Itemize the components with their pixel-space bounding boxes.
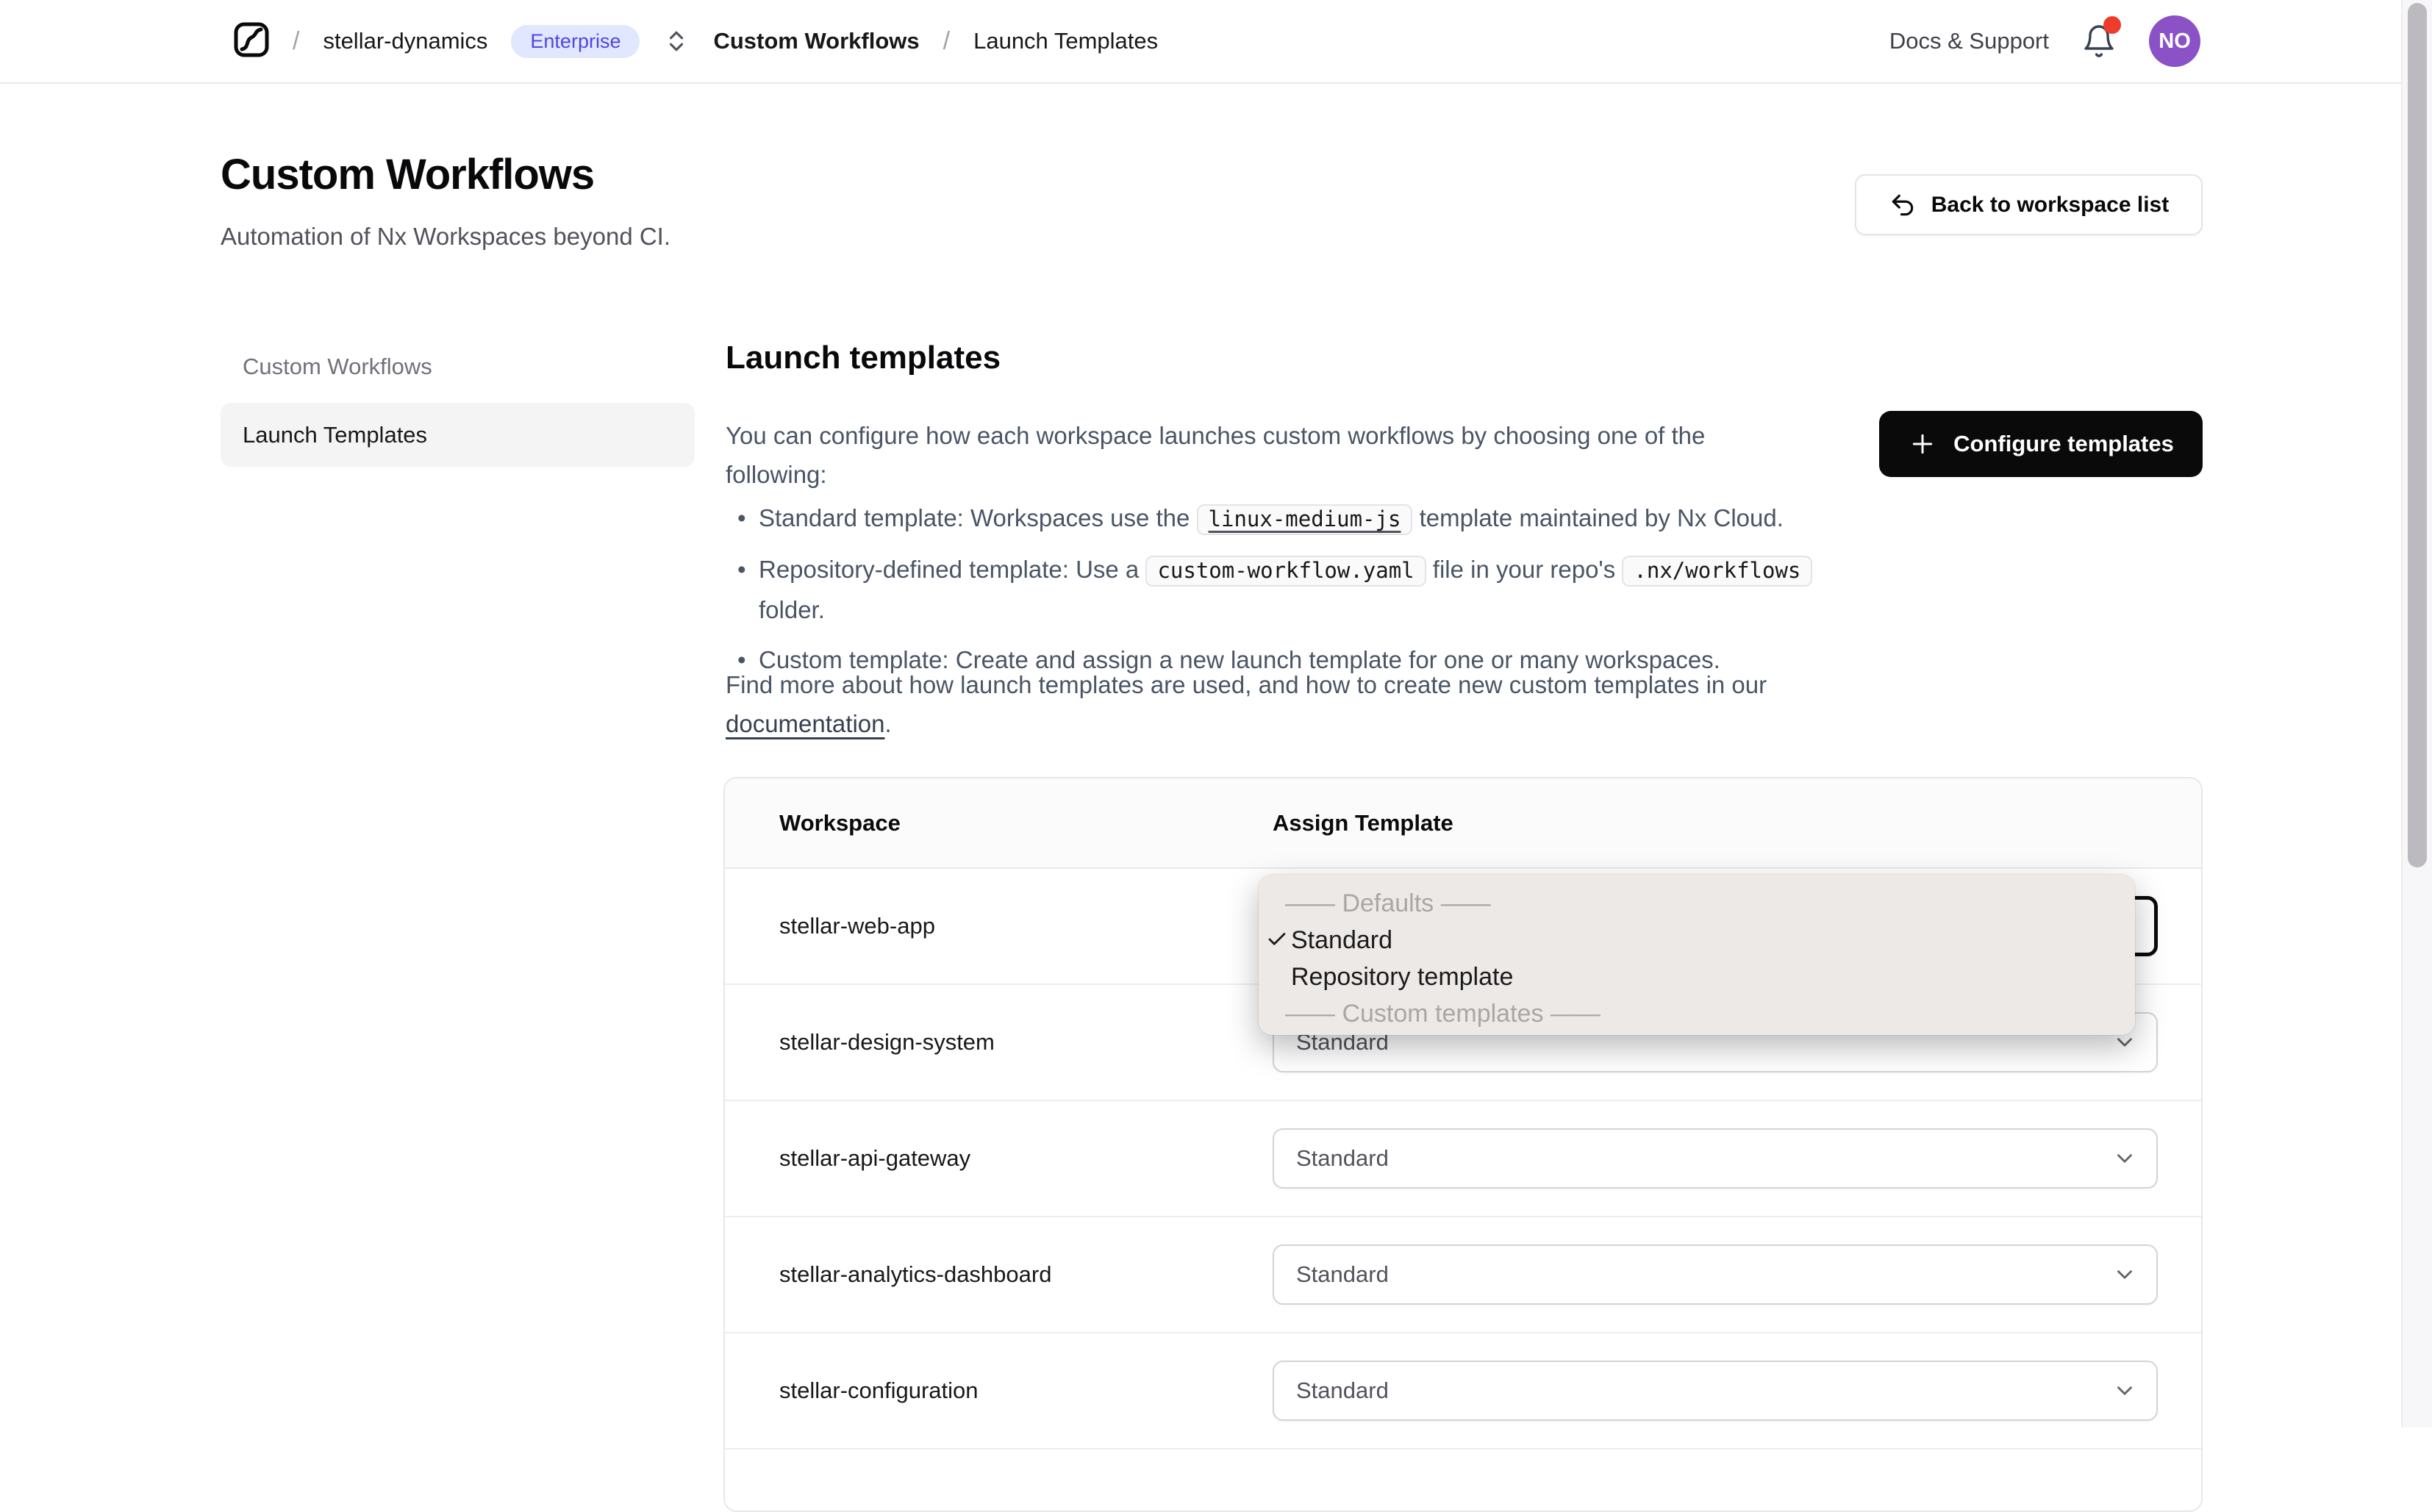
notifications-button[interactable] [2081,16,2121,59]
column-header-assign-template: Assign Template [1273,809,1453,836]
selected-template-value: Standard [1296,1377,1389,1403]
enterprise-badge: Enterprise [511,24,640,58]
workspace-name: stellar-api-gateway [779,1145,971,1171]
workspace-logo-icon[interactable] [234,22,269,61]
selected-template-value: Standard [1296,1145,1389,1171]
find-more-suffix: . [884,710,892,737]
column-header-workspace: Workspace [779,809,901,836]
table-row: stellar-analytics-dashboard Standard [725,1217,2201,1333]
table-header-row: Workspace Assign Template [725,778,2201,869]
sidebar-item-launch-templates[interactable]: Launch Templates [221,403,695,467]
workspace-name: stellar-web-app [779,913,935,939]
chevron-down-icon [2117,1270,2132,1279]
breadcrumb-section[interactable]: Custom Workflows [713,28,919,54]
plus-icon [1912,434,1933,454]
settings-sidebar: Custom Workflows Launch Templates [221,334,695,471]
table-row: stellar-api-gateway Standard [725,1101,2201,1217]
dropdown-option-standard[interactable]: Standard [1259,922,2135,959]
selected-template-value: Standard [1296,1261,1389,1287]
vertical-scrollbar-thumb[interactable] [2408,3,2427,867]
table-row: stellar-configuration Standard [725,1333,2201,1450]
section-heading: Launch templates [726,340,1001,376]
breadcrumb-separator-2: / [943,26,951,55]
template-options-list: Standard template: Workspaces use the li… [726,498,1873,690]
breadcrumb-separator: / [293,26,300,55]
top-header: / stellar-dynamics Enterprise Custom Wor… [0,0,2432,84]
template-dropdown-menu: —— Defaults —— Standard Repository templat… [1259,875,2135,1035]
undo-arrow-icon [1892,194,1914,215]
assign-template-select[interactable]: Standard [1273,1128,2158,1189]
back-to-workspace-list-button[interactable]: Back to workspace list [1855,174,2203,235]
code-chip: custom-workflow.yaml [1145,556,1426,587]
template-option-item: Repository-defined template: Use a custo… [726,550,1873,629]
notification-dot [2103,16,2121,34]
find-more-prefix: Find more about how launch templates are… [726,671,1767,698]
chevron-down-icon [2117,1386,2132,1395]
template-option-item: Standard template: Workspaces use the li… [726,498,1873,539]
workspace-name: stellar-configuration [779,1377,979,1403]
workspace-name: stellar-design-system [779,1029,995,1055]
code-link[interactable]: linux-medium-js [1196,504,1413,535]
chevron-down-icon [2117,1154,2132,1163]
dropdown-option-repository-template[interactable]: Repository template [1259,959,2135,995]
configure-templates-button[interactable]: Configure templates [1879,411,2203,477]
vertical-scrollbar-track[interactable] [2401,0,2432,1427]
section-intro: You can configure how each workspace lau… [726,422,1706,488]
assign-template-select[interactable]: Standard [1273,1244,2158,1305]
workspace-switcher-icon[interactable] [663,28,690,54]
breadcrumb-workspace[interactable]: stellar-dynamics [323,28,487,54]
docs-support-link[interactable]: Docs & Support [1889,28,2049,54]
find-more-text: Find more about how launch templates are… [726,665,1902,743]
avatar[interactable]: NO [2149,15,2200,67]
page-title: Custom Workflows [221,151,595,198]
breadcrumb-page[interactable]: Launch Templates [973,28,1158,54]
dropdown-group-label: —— Custom templates —— [1285,999,1601,1028]
assign-template-select[interactable]: Standard [1273,1361,2158,1421]
back-button-label: Back to workspace list [1931,192,2170,217]
configure-button-label: Configure templates [1953,431,2174,456]
dropdown-group-label: —— Defaults —— [1285,889,1491,917]
code-chip: .nx/workflows [1622,556,1813,587]
documentation-link[interactable]: documentation [726,710,884,737]
sidebar-item-custom-workflows[interactable]: Custom Workflows [221,334,695,398]
page-subtitle: Automation of Nx Workspaces beyond CI. [221,223,671,250]
workspace-name: stellar-analytics-dashboard [779,1261,1052,1287]
check-icon [1268,933,1286,945]
